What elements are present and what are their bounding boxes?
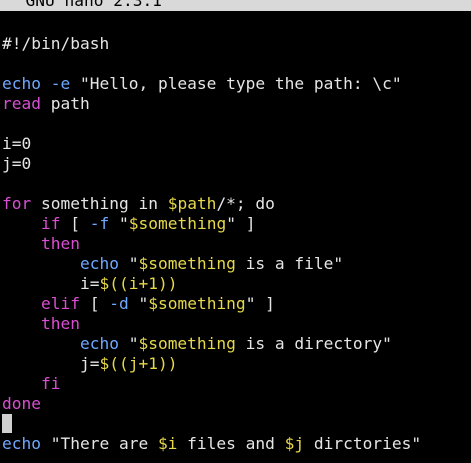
code-token: path — [40, 94, 90, 113]
code-token: then — [40, 234, 80, 253]
code-token: " — [118, 254, 139, 273]
editor-buffer[interactable]: #!/bin/bash echo -e "Hello, please type … — [2, 34, 471, 454]
code-token: is a file" — [235, 254, 344, 273]
code-token: echo — [2, 74, 41, 93]
code-token: j= — [2, 354, 100, 373]
code-token: " ] — [245, 294, 275, 313]
code-line-for[interactable]: for something in $path/*; do — [2, 194, 471, 214]
code-line-cursor-line[interactable] — [2, 414, 471, 434]
code-token: files and — [177, 434, 285, 453]
code-token: echo — [2, 434, 41, 453]
code-token: echo — [79, 254, 119, 273]
code-line-blank2[interactable] — [2, 114, 471, 134]
code-line-inc-j[interactable]: j=$((j+1)) — [2, 354, 471, 374]
code-line-then1[interactable]: then — [2, 234, 471, 254]
code-line-blank3[interactable] — [2, 174, 471, 194]
code-line-echo-file[interactable]: echo "$something is a file" — [2, 254, 471, 274]
code-token: done — [2, 394, 41, 413]
code-line-if[interactable]: if [ -f "$something" ] — [2, 214, 471, 234]
editor-title: GNU nano 2.3.1 — [6, 0, 162, 10]
code-line-echo1[interactable]: echo -e "Hello, please type the path: \c… — [2, 74, 471, 94]
code-token: [ — [79, 294, 110, 313]
code-line-done[interactable]: done — [2, 394, 471, 414]
code-line-inc-i[interactable]: i=$((i+1)) — [2, 274, 471, 294]
code-token: $i — [157, 434, 178, 453]
code-token: $((j+1)) — [99, 354, 178, 373]
code-token: $something — [138, 254, 236, 273]
terminal-window[interactable]: GNU nano 2.3.1 #!/bin/bash echo -e "Hell… — [0, 0, 471, 463]
code-token: something in — [31, 194, 168, 213]
code-token: $j — [284, 434, 305, 453]
code-token: [ — [60, 214, 90, 233]
code-line-elif[interactable]: elif [ -d "$something" ] — [2, 294, 471, 314]
code-token: "Hello, please type the path: \c" — [70, 74, 402, 93]
code-token: -f — [89, 214, 110, 233]
code-line-j0[interactable]: j=0 — [2, 154, 471, 174]
code-token: is a directory" — [235, 334, 392, 353]
code-token: elif — [40, 294, 80, 313]
code-token: /*; do — [216, 194, 275, 213]
code-token: echo — [79, 334, 119, 353]
code-token: -d — [109, 294, 129, 313]
code-token: i=0 — [2, 134, 32, 153]
code-line-echo-summary[interactable]: echo "There are $i files and $j dirctori… — [2, 434, 471, 454]
code-line-blank1[interactable] — [2, 54, 471, 74]
code-token: "There are — [40, 434, 158, 453]
code-token: dirctories" — [304, 434, 422, 453]
code-token: #!/bin/bash — [2, 34, 110, 53]
code-token: if — [40, 214, 61, 233]
code-token: then — [40, 314, 80, 333]
code-token: read — [2, 94, 41, 113]
code-token: " — [128, 294, 149, 313]
code-line-then2[interactable]: then — [2, 314, 471, 334]
code-token: for — [2, 194, 32, 213]
code-line-shebang[interactable]: #!/bin/bash — [2, 34, 471, 54]
code-token: $something — [148, 294, 246, 313]
nano-titlebar: GNU nano 2.3.1 — [0, 0, 471, 11]
code-token: " — [109, 214, 129, 233]
code-token: " — [118, 334, 139, 353]
code-token: j=0 — [2, 154, 32, 173]
code-line-fi[interactable]: fi — [2, 374, 471, 394]
code-line-i0[interactable]: i=0 — [2, 134, 471, 154]
code-line-echo-dir[interactable]: echo "$something is a directory" — [2, 334, 471, 354]
code-token: $((i+1)) — [99, 274, 178, 293]
code-token: $path — [167, 194, 217, 213]
code-line-read[interactable]: read path — [2, 94, 471, 114]
code-token: -e — [50, 74, 71, 93]
code-token: i= — [2, 274, 100, 293]
code-token: $something — [128, 214, 227, 233]
text-cursor — [2, 414, 12, 433]
code-token: fi — [40, 374, 61, 393]
code-token: $something — [138, 334, 236, 353]
code-token: " ] — [226, 214, 256, 233]
